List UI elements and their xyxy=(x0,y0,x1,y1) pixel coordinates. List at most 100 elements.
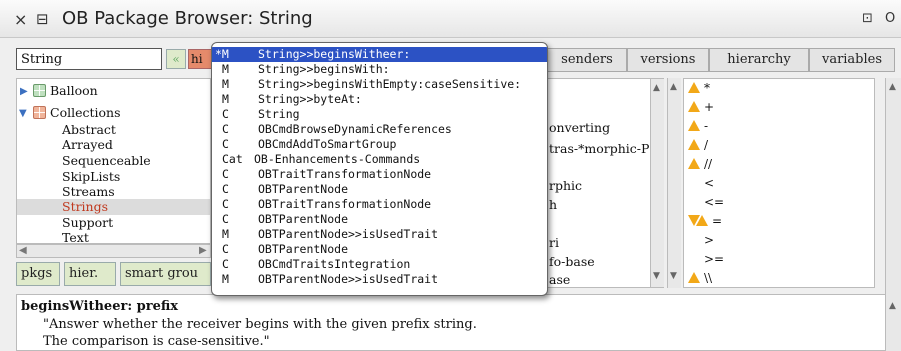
category-item[interactable]: ase xyxy=(549,272,570,287)
package-label: Collections xyxy=(50,105,121,120)
suggestion-item[interactable]: C String xyxy=(212,107,547,122)
package-icon xyxy=(33,106,46,119)
suggestion-item[interactable]: M OBTParentNode>>isUsedTrait xyxy=(212,272,547,287)
package-horizontal-scrollbar[interactable]: ◀ ▶ xyxy=(16,244,211,258)
package-list[interactable]: ▶ Balloon ▼ Collections Abstract Arrayed… xyxy=(16,78,211,245)
method-item[interactable]: = xyxy=(688,212,722,230)
suggestion-kind: C xyxy=(222,197,229,211)
method-selector: < xyxy=(704,176,715,190)
method-scrollbar-left[interactable]: ▲ ▼ xyxy=(667,78,681,288)
suggestion-item[interactable]: C OBTraitTransformationNode xyxy=(212,167,547,182)
method-item[interactable]: \\ xyxy=(688,269,712,287)
scroll-up-icon[interactable]: ▲ xyxy=(653,83,660,93)
package-label: Arrayed xyxy=(62,137,113,152)
right-scrollbar[interactable]: ▲ ▲ xyxy=(885,78,901,351)
suggestion-name: String>>beginsWithEmpty:caseSensitive: xyxy=(258,77,522,91)
method-list[interactable]: * + - / // < <= = > >= \\ xyxy=(683,78,875,288)
suggestion-kind: M xyxy=(222,92,229,106)
package-balloon[interactable]: ▶ Balloon xyxy=(17,83,210,99)
suggestion-name: String xyxy=(258,107,300,121)
package-collections[interactable]: ▼ Collections xyxy=(17,105,210,121)
package-category[interactable]: Support xyxy=(17,215,210,231)
suggestion-name: OBTParentNode>>isUsedTrait xyxy=(258,227,439,241)
suggestion-item[interactable]: C OBCmdTraitsIntegration xyxy=(212,257,547,272)
suggestion-item[interactable]: C OBTParentNode xyxy=(212,242,547,257)
method-item[interactable]: + xyxy=(688,98,714,116)
pkgs-button[interactable]: pkgs xyxy=(16,262,60,286)
method-item[interactable]: <= xyxy=(704,193,724,211)
method-item[interactable]: / xyxy=(688,136,708,154)
category-item[interactable]: tras-*morphic-P xyxy=(549,141,649,156)
scroll-left-icon[interactable]: ◀ xyxy=(19,245,27,256)
smart-groups-button[interactable]: smart grou xyxy=(120,262,211,286)
suggestion-item[interactable]: M OBTParentNode>>isUsedTrait xyxy=(212,227,547,242)
method-item[interactable]: * xyxy=(688,79,710,97)
method-signature[interactable]: beginsWitheer: prefix xyxy=(21,299,178,314)
category-item[interactable]: h xyxy=(549,197,557,212)
method-item[interactable]: - xyxy=(688,117,708,135)
category-item[interactable]: ri xyxy=(549,235,559,250)
tab-senders[interactable]: senders xyxy=(547,48,627,72)
search-input[interactable] xyxy=(16,48,162,70)
warning-icon xyxy=(688,101,700,112)
autocomplete-popup[interactable]: *M String>>beginsWitheer: M String>>begins… xyxy=(211,42,548,296)
browser-window: × ⊟ OB Package Browser: String ⊡ O « hi … xyxy=(0,0,901,351)
method-selector: / xyxy=(704,138,709,152)
method-item[interactable]: // xyxy=(688,155,712,173)
scroll-down-icon[interactable]: ▼ xyxy=(670,271,677,281)
scroll-down-icon[interactable]: ▼ xyxy=(653,271,660,281)
scroll-right-icon[interactable]: ▶ xyxy=(199,245,207,256)
expand-triangle-icon[interactable]: ▶ xyxy=(20,84,28,100)
package-category[interactable]: Arrayed xyxy=(17,137,210,153)
warning-icon xyxy=(688,120,700,131)
method-item[interactable]: >= xyxy=(704,250,724,268)
suggestion-kind: C xyxy=(222,107,229,121)
category-item[interactable]: onverting xyxy=(549,120,610,135)
suggestion-item[interactable]: C OBTParentNode xyxy=(212,182,547,197)
history-button[interactable]: hi xyxy=(188,49,212,69)
suggestion-item[interactable]: M String>>beginsWithEmpty:caseSensitive: xyxy=(212,77,547,92)
package-category[interactable]: Abstract xyxy=(17,122,210,138)
suggestion-item-selected[interactable]: *M String>>beginsWitheer: xyxy=(212,47,547,62)
suggestion-kind: C xyxy=(222,257,229,271)
package-category-selected[interactable]: Strings xyxy=(17,199,210,215)
suggestion-kind: C xyxy=(222,182,229,196)
tab-hierarchy[interactable]: hierarchy xyxy=(709,48,809,72)
window-menu-icon[interactable]: ⊟ xyxy=(36,10,49,28)
suggestion-item[interactable]: C OBTraitTransformationNode xyxy=(212,197,547,212)
category-item[interactable]: rphic xyxy=(549,178,582,193)
method-comment-line[interactable]: The comparison is case-sensitive." xyxy=(43,334,270,349)
suggestion-item[interactable]: C OBCmdBrowseDynamicReferences xyxy=(212,122,547,137)
scroll-up-icon[interactable]: ▲ xyxy=(889,82,896,92)
suggestion-item[interactable]: C OBTParentNode xyxy=(212,212,547,227)
suggestion-item[interactable]: M String>>byteAt: xyxy=(212,92,547,107)
suggestion-item[interactable]: Cat OB-Enhancements-Commands xyxy=(212,152,547,167)
package-category[interactable]: Streams xyxy=(17,184,210,200)
tab-variables[interactable]: variables xyxy=(809,48,895,72)
suggestion-kind: M xyxy=(222,62,229,76)
category-item[interactable]: fo-base xyxy=(549,254,595,269)
back-button[interactable]: « xyxy=(166,49,186,69)
method-item[interactable]: < xyxy=(704,174,714,192)
suggestion-item[interactable]: M String>>beginsWith: xyxy=(212,62,547,77)
scroll-up-icon[interactable]: ▲ xyxy=(889,301,896,311)
close-icon[interactable]: × xyxy=(14,10,27,29)
code-editor[interactable]: beginsWitheer: prefix "Answer whether th… xyxy=(16,294,886,351)
tab-versions[interactable]: versions xyxy=(627,48,709,72)
method-comment-line[interactable]: "Answer whether the receiver begins with… xyxy=(43,317,477,332)
package-label: Balloon xyxy=(50,83,98,98)
suggestion-item[interactable]: C OBCmdAddToSmartGroup xyxy=(212,137,547,152)
collapse-triangle-icon[interactable]: ▼ xyxy=(19,106,27,122)
suggestion-kind: C xyxy=(222,122,229,136)
package-category[interactable]: SkipLists xyxy=(17,169,210,185)
scroll-up-icon[interactable]: ▲ xyxy=(670,82,677,92)
method-item[interactable]: > xyxy=(704,231,714,249)
warning-icon xyxy=(688,139,700,150)
category-scrollbar[interactable]: ▲ ▼ xyxy=(650,79,664,287)
package-category[interactable]: Sequenceable xyxy=(17,153,210,169)
method-selector: >= xyxy=(704,252,725,266)
method-selector: - xyxy=(704,119,709,133)
method-selector: // xyxy=(704,157,713,171)
window-controls-icon[interactable]: ⊡ O xyxy=(862,11,899,26)
hierarchy-button[interactable]: hier. xyxy=(64,262,116,286)
